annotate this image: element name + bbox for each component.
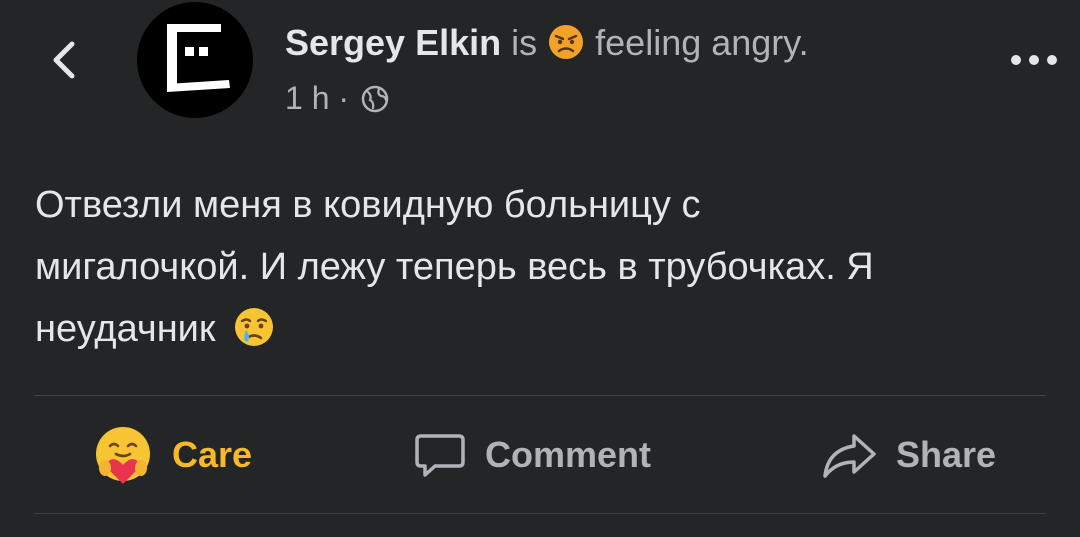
avatar[interactable] [137, 2, 253, 118]
divider [34, 395, 1046, 396]
back-button[interactable] [44, 38, 88, 82]
post-screen: Sergey Elkin is feeling angry. 1 h · Отв… [0, 0, 1080, 537]
divider [34, 513, 1046, 514]
care-reaction-icon [92, 424, 154, 486]
chevron-left-icon [53, 41, 75, 79]
post-meta: 1 h · [285, 76, 390, 125]
author-name[interactable]: Sergey Elkin [285, 22, 501, 63]
post-header-line: Sergey Elkin is feeling angry. [285, 20, 809, 72]
meta-separator: · [338, 80, 350, 116]
angry-face-icon [547, 23, 585, 72]
post-text-line: неудачник [35, 298, 1055, 368]
share-label: Share [896, 434, 997, 475]
post-text-line: Отвезли меня в ковидную больницу с [35, 184, 701, 226]
feeling-label: feeling angry. [595, 22, 809, 63]
is-label: is [511, 22, 538, 63]
globe-icon [360, 81, 390, 125]
more-horizontal-icon [1011, 55, 1057, 65]
comment-button[interactable]: Comment [413, 422, 651, 488]
post-text-fragment: неудачник [35, 308, 216, 350]
share-arrow-icon [820, 428, 878, 482]
post-text-line: мигалочкой. И лежу теперь весь в трубочк… [35, 246, 874, 288]
comment-bubble-icon [413, 428, 467, 482]
comment-label: Comment [485, 434, 652, 475]
post-text: Отвезли меня в ковидную больницу с мигал… [35, 174, 1055, 368]
care-label: Care [172, 434, 253, 475]
avatar-logo-icon [167, 24, 230, 92]
care-button[interactable]: Care [92, 422, 252, 488]
share-button[interactable]: Share [820, 422, 996, 488]
post-timestamp[interactable]: 1 h [285, 80, 329, 116]
crying-face-icon [232, 305, 276, 368]
more-options-button[interactable] [1008, 48, 1060, 72]
